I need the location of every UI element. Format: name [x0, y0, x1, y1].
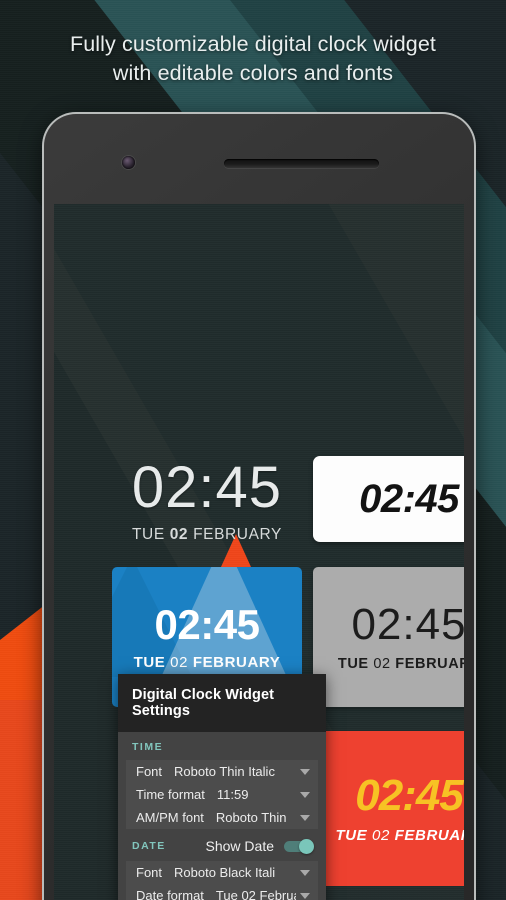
- promo-headline: Fully customizable digital clock widget …: [0, 30, 506, 88]
- speaker-grille-icon: [224, 159, 379, 168]
- widget-time: 02:45: [359, 477, 459, 521]
- chevron-down-icon[interactable]: [300, 768, 310, 775]
- section-label-date: DATE Show Date: [118, 829, 326, 861]
- chevron-down-icon[interactable]: [300, 791, 310, 798]
- date-weekday: TUE: [335, 826, 373, 844]
- time-settings-card: Font Roboto Thin Italic Time format 11:5…: [126, 760, 318, 829]
- section-label-date-text: DATE: [132, 840, 166, 852]
- date-weekday: TUE: [133, 653, 171, 671]
- row-time-font[interactable]: Font Roboto Thin Italic: [126, 760, 318, 783]
- clock-widget-red[interactable]: 02:45 TUE 02 FEBRUARY: [313, 731, 464, 886]
- headline-line-1: Fully customizable digital clock widget: [70, 32, 436, 56]
- date-weekday: TUE: [337, 655, 374, 672]
- row-value: Roboto Thin: [215, 810, 287, 825]
- show-date-label: Show Date: [205, 838, 274, 854]
- row-label: AM/PM font: [136, 810, 204, 825]
- clock-widget-gray[interactable]: 02:45 TUE 02 FEBRUARY: [313, 567, 464, 707]
- phone-screen: 02:45 TUE 02 FEBRUARY 02:45 02:45 TUE 02…: [54, 204, 464, 900]
- settings-title: Digital Clock Widget Settings: [118, 674, 326, 732]
- chevron-down-icon[interactable]: [300, 814, 310, 821]
- row-label: Font: [136, 764, 163, 779]
- row-ampm-font[interactable]: AM/PM font Roboto Thin: [126, 806, 318, 829]
- date-month: FEBRUARY: [188, 653, 281, 671]
- date-weekday: TUE: [131, 525, 170, 543]
- row-label: Time format: [136, 787, 205, 802]
- chevron-down-icon[interactable]: [300, 869, 310, 876]
- date-day-highlight: 02: [372, 826, 390, 844]
- date-day-highlight: 02: [170, 653, 189, 671]
- widget-time: 02:45: [154, 600, 260, 648]
- camera-icon: [122, 156, 135, 169]
- settings-panel: Digital Clock Widget Settings TIME Font …: [118, 674, 326, 900]
- row-label: Date format: [136, 888, 204, 900]
- phone-mockup: 02:45 TUE 02 FEBRUARY 02:45 02:45 TUE 02…: [42, 112, 476, 900]
- section-label-time-text: TIME: [132, 741, 164, 753]
- widget-time: 02:45: [131, 454, 283, 520]
- section-label-time: TIME: [118, 732, 326, 760]
- widget-time: 02:45: [351, 599, 464, 649]
- toggle-knob: [299, 838, 314, 854]
- chevron-down-icon[interactable]: [300, 892, 310, 899]
- headline-line-2: with editable colors and fonts: [112, 61, 394, 85]
- date-month: FEBRUARY: [395, 655, 464, 672]
- widget-date: TUE 02 FEBRUARY: [134, 654, 281, 671]
- row-label: Font: [136, 865, 163, 880]
- date-settings-card: Font Roboto Black Itali Date format Tue …: [126, 861, 318, 900]
- row-value: Roboto Thin Italic: [174, 764, 275, 779]
- widget-date: TUE 02 FEBRUARY: [338, 656, 464, 672]
- widget-date: TUE 02 FEBRUARY: [132, 526, 282, 544]
- row-date-format[interactable]: Date format Tue 02 February: [126, 884, 318, 900]
- row-value: 11:59: [216, 787, 249, 802]
- row-value: Tue 02 February: [215, 888, 296, 900]
- date-month: FEBRUARY: [188, 525, 282, 543]
- date-day-highlight: 02: [169, 525, 189, 543]
- row-time-format[interactable]: Time format 11:59: [126, 783, 318, 806]
- clock-widget-white[interactable]: 02:45: [313, 456, 464, 542]
- show-date-toggle[interactable]: [284, 838, 314, 854]
- clock-widget-transparent[interactable]: 02:45 TUE 02 FEBRUARY: [112, 442, 302, 552]
- widget-time: 02:45: [355, 770, 464, 820]
- show-date-control[interactable]: Show Date: [206, 838, 326, 854]
- widget-date: TUE 02 FEBRUARY: [335, 827, 464, 844]
- date-month: FEBRUARY: [394, 826, 464, 844]
- row-date-font[interactable]: Font Roboto Black Itali: [126, 861, 318, 884]
- row-value: Roboto Black Itali: [174, 865, 276, 880]
- date-day-highlight: 02: [373, 655, 391, 672]
